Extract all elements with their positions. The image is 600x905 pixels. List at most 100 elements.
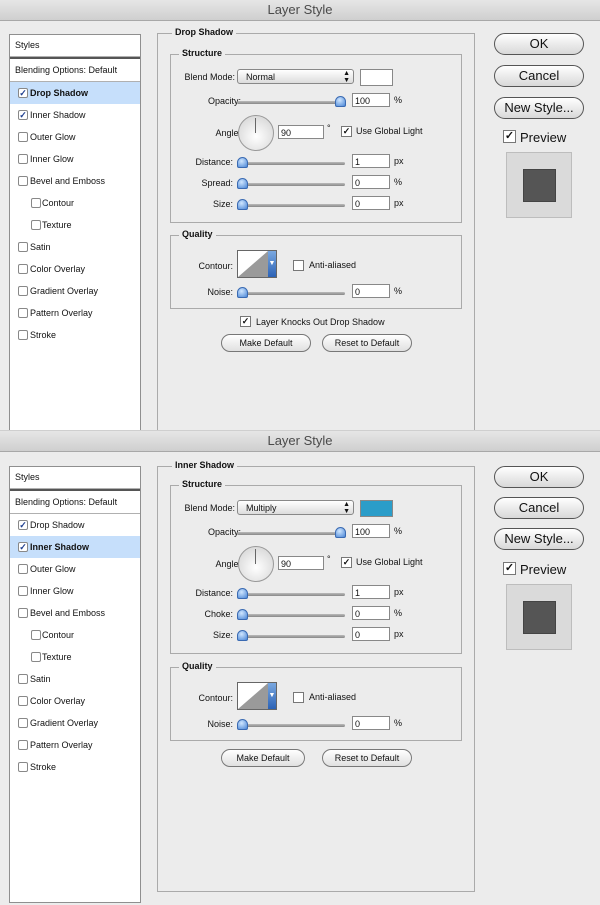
slider-knob[interactable]: [237, 630, 248, 641]
slider-knob[interactable]: [237, 157, 248, 168]
anti-aliased-checkbox[interactable]: [293, 260, 304, 271]
preview-checkbox[interactable]: ✓: [503, 562, 516, 575]
style-list-item[interactable]: Bevel and Emboss: [10, 170, 140, 192]
distance-input[interactable]: 1: [352, 585, 390, 599]
style-checkbox[interactable]: [18, 286, 28, 296]
style-list-item[interactable]: Bevel and Emboss: [10, 602, 140, 624]
size-input[interactable]: 0: [352, 196, 390, 210]
anti-aliased-checkbox[interactable]: [293, 692, 304, 703]
opacity-input[interactable]: 100: [352, 524, 390, 538]
style-list-item[interactable]: Stroke: [10, 756, 140, 778]
new-style-button[interactable]: New Style...: [494, 528, 584, 550]
style-list-item[interactable]: Stroke: [10, 324, 140, 346]
opacity-slider[interactable]: [237, 527, 346, 538]
style-list-item[interactable]: Pattern Overlay: [10, 734, 140, 756]
style-list-item[interactable]: Pattern Overlay: [10, 302, 140, 324]
style-checkbox[interactable]: [18, 242, 28, 252]
style-checkbox[interactable]: ✓: [18, 88, 28, 98]
distance-input[interactable]: 1: [352, 154, 390, 168]
choke-slider[interactable]: [237, 609, 345, 620]
noise-input[interactable]: 0: [352, 284, 390, 298]
knock-out-checkbox[interactable]: ✓: [240, 316, 251, 327]
slider-knob[interactable]: [237, 719, 248, 730]
style-list-item[interactable]: Inner Glow: [10, 580, 140, 602]
style-list-item[interactable]: Inner Glow: [10, 148, 140, 170]
style-list-item[interactable]: Outer Glow: [10, 126, 140, 148]
shadow-color-swatch[interactable]: [360, 500, 393, 517]
dropdown-arrow-icon[interactable]: ▼: [268, 251, 276, 277]
slider-knob[interactable]: [237, 609, 248, 620]
style-list-item[interactable]: Texture: [10, 646, 140, 668]
style-checkbox[interactable]: [18, 586, 28, 596]
angle-input[interactable]: 90: [278, 556, 324, 570]
style-list-item[interactable]: Texture: [10, 214, 140, 236]
style-checkbox[interactable]: [18, 762, 28, 772]
angle-input[interactable]: 90: [278, 125, 324, 139]
style-checkbox[interactable]: [18, 718, 28, 728]
size-slider[interactable]: [237, 630, 345, 641]
slider-knob[interactable]: [237, 287, 248, 298]
style-checkbox[interactable]: [31, 198, 41, 208]
contour-picker[interactable]: ▼: [237, 682, 277, 710]
style-checkbox[interactable]: [18, 740, 28, 750]
style-checkbox[interactable]: ✓: [18, 520, 28, 530]
distance-slider[interactable]: [237, 157, 345, 168]
slider-knob[interactable]: [237, 178, 248, 189]
style-checkbox[interactable]: [18, 330, 28, 340]
opacity-input[interactable]: 100: [352, 93, 390, 107]
spread-slider[interactable]: [237, 178, 345, 189]
style-checkbox[interactable]: ✓: [18, 542, 28, 552]
style-list-item[interactable]: Satin: [10, 668, 140, 690]
style-list-item[interactable]: ✓ Inner Shadow: [10, 104, 140, 126]
noise-slider[interactable]: [237, 287, 345, 298]
style-list-item[interactable]: ✓ Drop Shadow: [10, 82, 140, 104]
dropdown-arrow-icon[interactable]: ▼: [268, 683, 276, 709]
cancel-button[interactable]: Cancel: [494, 497, 584, 519]
style-list-item[interactable]: Gradient Overlay: [10, 280, 140, 302]
make-default-button[interactable]: Make Default: [221, 334, 311, 352]
noise-input[interactable]: 0: [352, 716, 390, 730]
size-input[interactable]: 0: [352, 627, 390, 641]
global-light-checkbox[interactable]: ✓: [341, 557, 352, 568]
style-list-item[interactable]: Contour: [10, 192, 140, 214]
styles-header[interactable]: Styles: [10, 467, 140, 489]
blending-options[interactable]: Blending Options: Default: [10, 489, 140, 514]
style-checkbox[interactable]: [18, 154, 28, 164]
style-checkbox[interactable]: [18, 176, 28, 186]
slider-knob[interactable]: [237, 199, 248, 210]
angle-dial[interactable]: [238, 115, 274, 151]
style-list-item[interactable]: Color Overlay: [10, 258, 140, 280]
distance-slider[interactable]: [237, 588, 345, 599]
blend-mode-select[interactable]: Normal ▲ ▼: [237, 69, 354, 84]
make-default-button[interactable]: Make Default: [221, 749, 305, 767]
spread-input[interactable]: 0: [352, 175, 390, 189]
style-checkbox[interactable]: [31, 630, 41, 640]
reset-default-button[interactable]: Reset to Default: [322, 334, 412, 352]
style-checkbox[interactable]: [18, 264, 28, 274]
new-style-button[interactable]: New Style...: [494, 97, 584, 119]
style-checkbox[interactable]: ✓: [18, 110, 28, 120]
style-checkbox[interactable]: [18, 674, 28, 684]
cancel-button[interactable]: Cancel: [494, 65, 584, 87]
style-checkbox[interactable]: [18, 308, 28, 318]
ok-button[interactable]: OK: [494, 466, 584, 488]
style-checkbox[interactable]: [18, 696, 28, 706]
style-list-item[interactable]: ✓ Drop Shadow: [10, 514, 140, 536]
style-list-item[interactable]: Gradient Overlay: [10, 712, 140, 734]
global-light-checkbox[interactable]: ✓: [341, 126, 352, 137]
angle-dial[interactable]: [238, 546, 274, 582]
style-checkbox[interactable]: [18, 608, 28, 618]
contour-picker[interactable]: ▼: [237, 250, 277, 278]
preview-checkbox[interactable]: ✓: [503, 130, 516, 143]
size-slider[interactable]: [237, 199, 345, 210]
ok-button[interactable]: OK: [494, 33, 584, 55]
style-list-item[interactable]: Contour: [10, 624, 140, 646]
style-checkbox[interactable]: [31, 652, 41, 662]
style-checkbox[interactable]: [18, 132, 28, 142]
style-checkbox[interactable]: [31, 220, 41, 230]
styles-header[interactable]: Styles: [10, 35, 140, 57]
reset-default-button[interactable]: Reset to Default: [322, 749, 412, 767]
style-list-item[interactable]: Color Overlay: [10, 690, 140, 712]
slider-knob[interactable]: [237, 588, 248, 599]
shadow-color-swatch[interactable]: [360, 69, 393, 86]
